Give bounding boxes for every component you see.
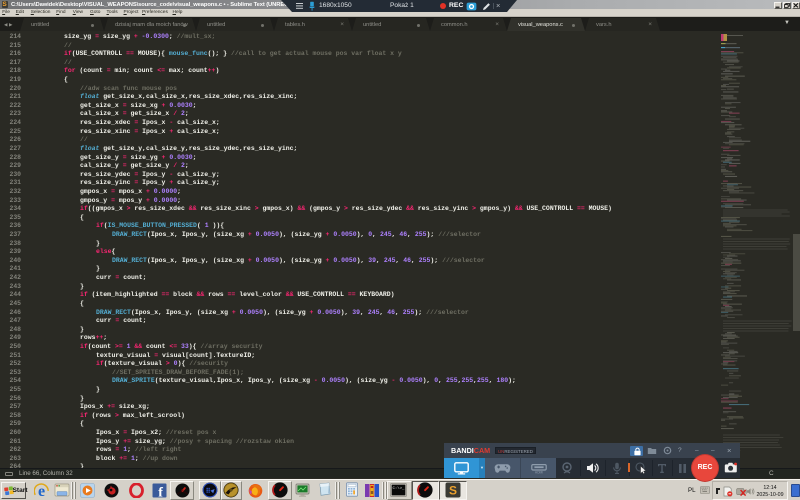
- svg-text:HDMI: HDMI: [535, 470, 543, 473]
- svg-text:C:\>_: C:\>_: [393, 486, 406, 491]
- svg-text:f: f: [158, 485, 163, 498]
- svg-text:S: S: [449, 484, 457, 498]
